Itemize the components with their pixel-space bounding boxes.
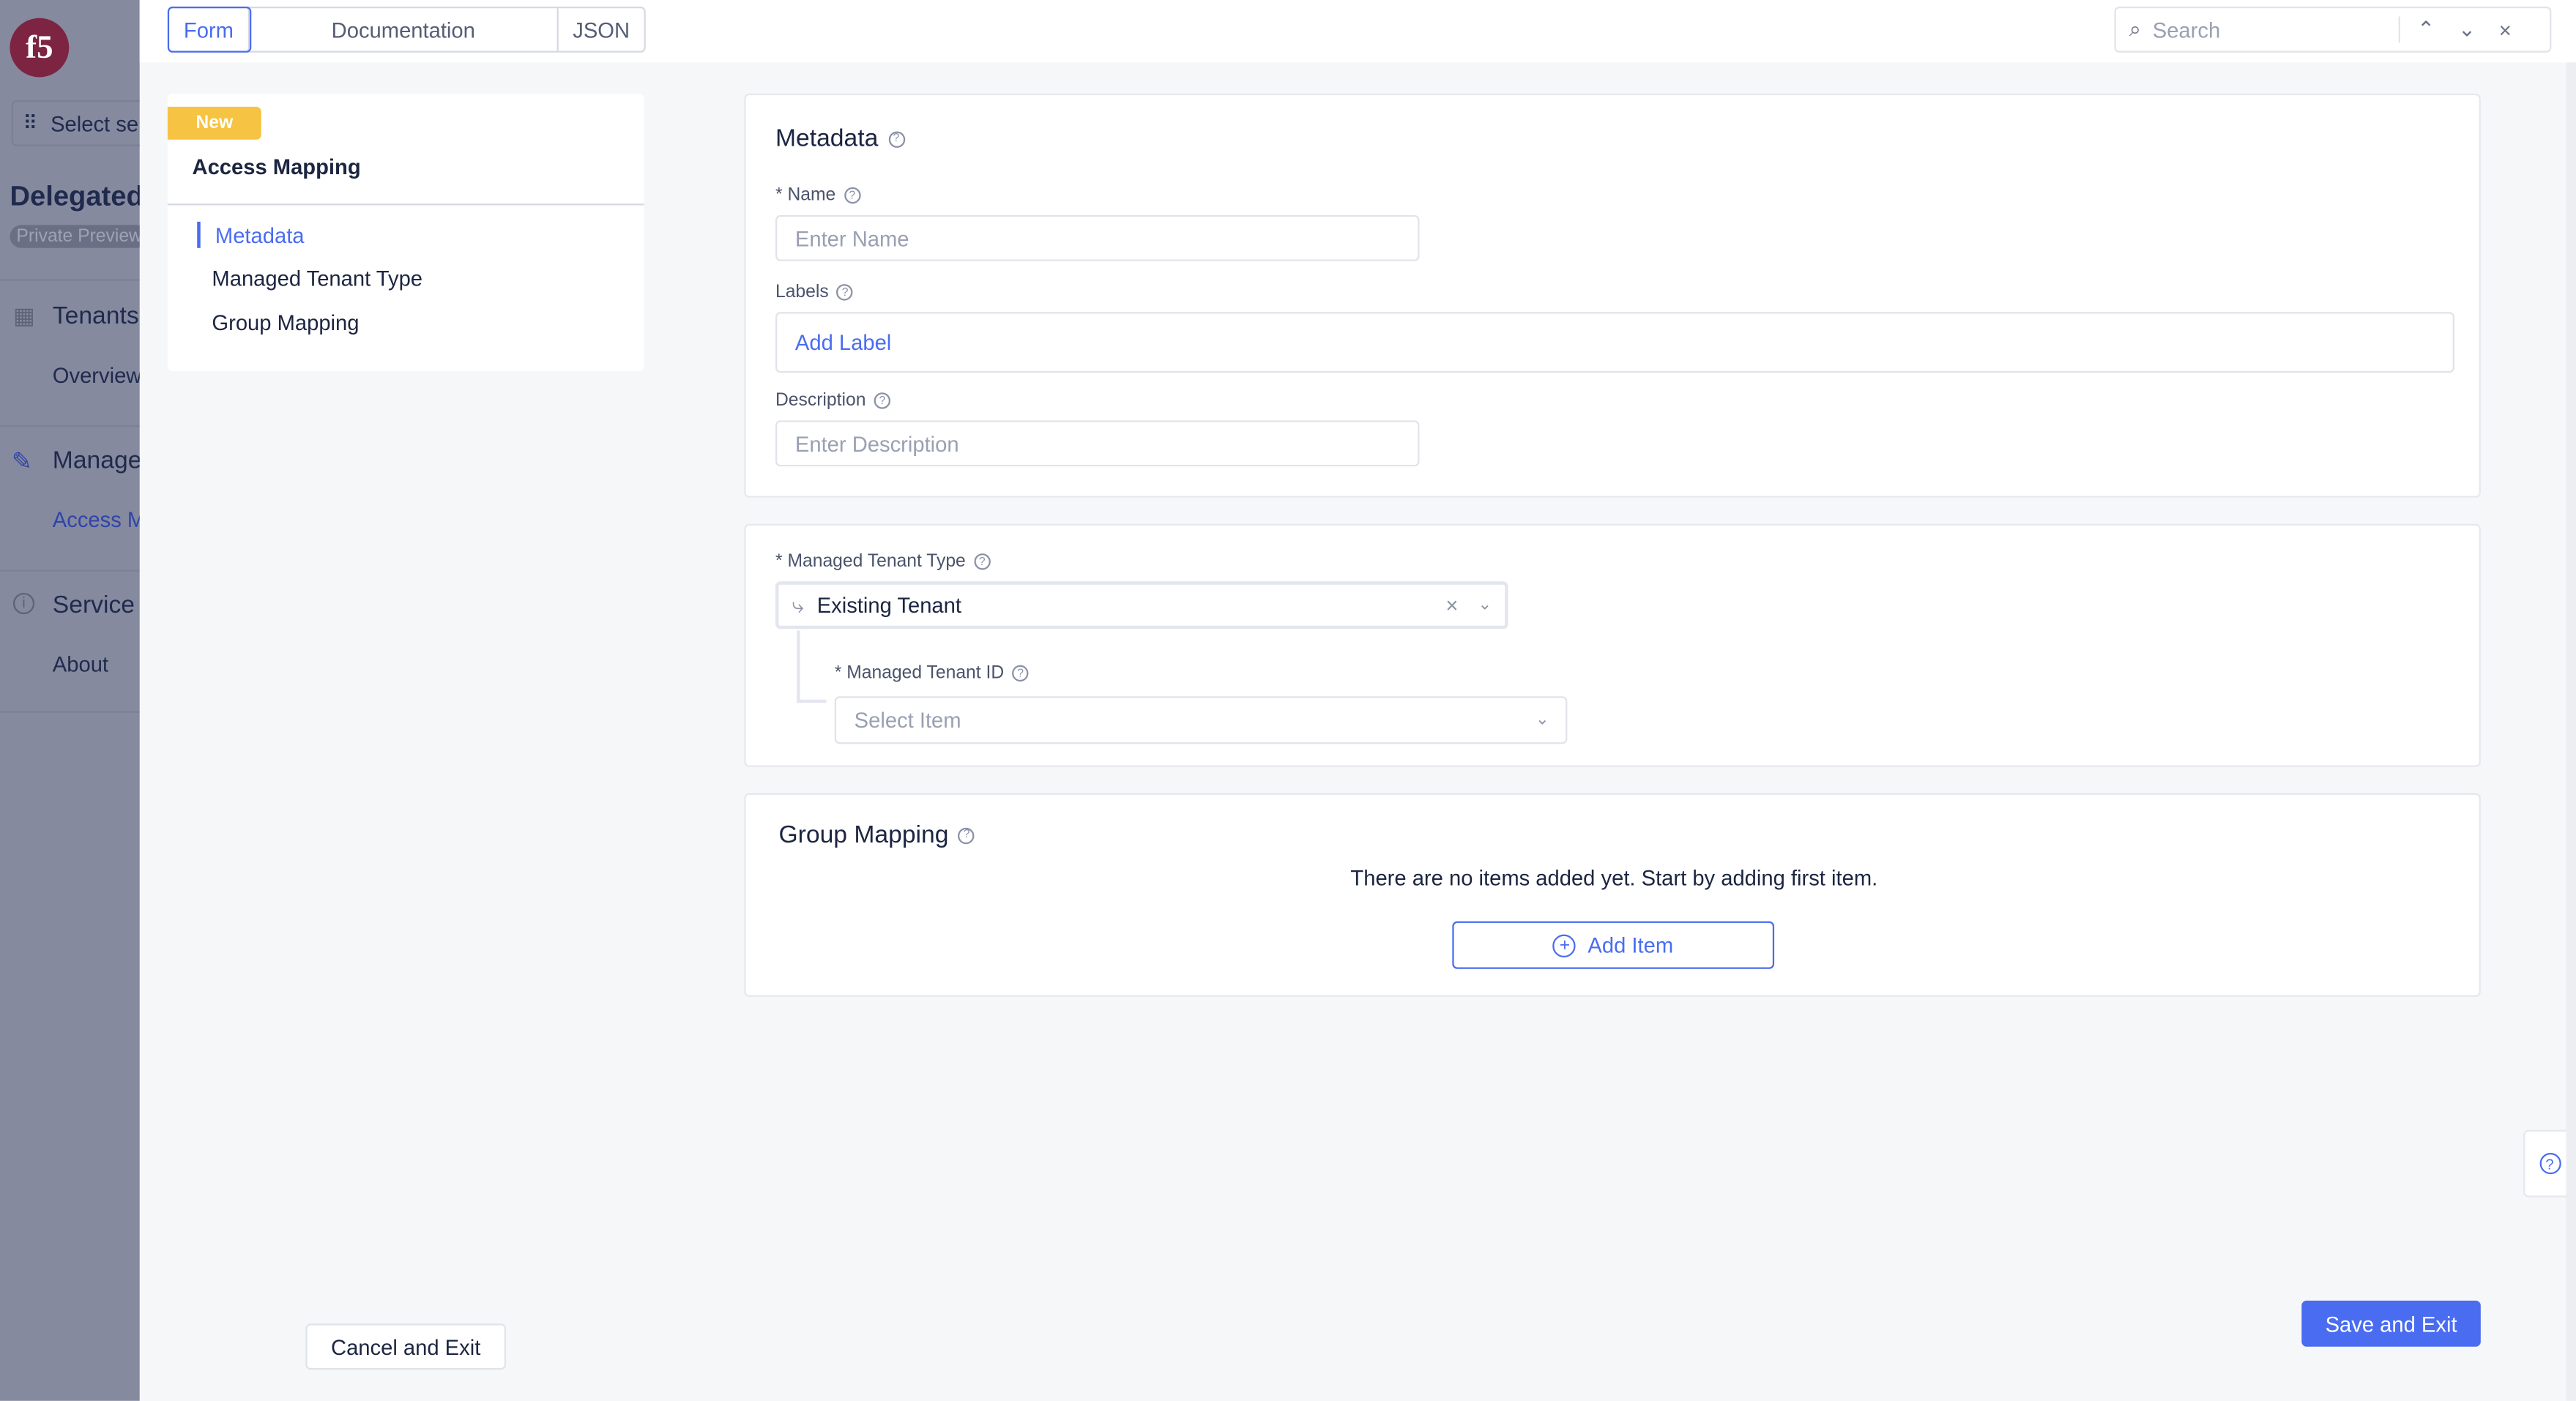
form-nav: New Access Mapping Metadata Managed Tena… xyxy=(167,93,644,372)
help-icon[interactable]: ? xyxy=(958,826,975,844)
managed-tenant-section: * Managed Tenant Type? ⤷ Existing Tenant … xyxy=(744,523,2481,767)
sidebar-title: Delegated xyxy=(10,180,140,212)
sidebar-item-overview[interactable]: Overview xyxy=(53,363,140,388)
help-icon[interactable]: ? xyxy=(836,284,854,301)
description-input[interactable]: Enter Description xyxy=(775,420,1420,467)
help-icon: ? xyxy=(2539,1153,2561,1175)
chevron-down-icon: ⌄ xyxy=(1535,711,1549,730)
search-input[interactable]: Search xyxy=(2153,18,2400,42)
branch-icon: ⤷ xyxy=(792,591,804,617)
next-result-button[interactable]: ⌄ xyxy=(2458,16,2476,42)
chevron-down-icon[interactable]: ⌄ xyxy=(1478,596,1492,614)
search-box: ⌕ Search ⌃ ⌄ × xyxy=(2114,6,2552,53)
metadata-title: Metadata xyxy=(775,124,879,153)
nav-title: Access Mapping xyxy=(192,154,361,179)
help-icon[interactable]: ? xyxy=(887,130,905,147)
nav-item-metadata[interactable]: Metadata xyxy=(215,223,305,248)
cancel-button[interactable]: Cancel and Exit xyxy=(305,1323,507,1370)
tenants-icon: ▦ xyxy=(12,302,35,329)
managed-tenant-id-select[interactable]: Select Item ⌄ xyxy=(834,696,1568,744)
scrollbar[interactable] xyxy=(2566,62,2576,1401)
private-preview-badge: Private Preview xyxy=(10,225,140,248)
empty-state-text: There are no items added yet. Start by a… xyxy=(1350,865,1878,891)
labels-field: Add Label xyxy=(775,312,2454,373)
managed-tenant-type-label: * Managed Tenant Type xyxy=(775,551,966,572)
sidebar-section-manage[interactable]: Manage xyxy=(53,447,140,474)
nav-item-managed-tenant-type[interactable]: Managed Tenant Type xyxy=(212,266,422,291)
new-badge: New xyxy=(167,106,261,140)
help-icon[interactable]: ? xyxy=(874,392,891,409)
workspace-select[interactable]: ⠿ Select se xyxy=(11,100,140,146)
sidebar-item-about[interactable]: About xyxy=(53,652,108,677)
managed-tenant-type-select[interactable]: ⤷ Existing Tenant × ⌄ xyxy=(775,581,1508,629)
save-button[interactable]: Save and Exit xyxy=(2301,1300,2481,1347)
close-icon[interactable]: × xyxy=(2499,18,2512,42)
help-icon[interactable]: ? xyxy=(973,553,991,570)
metadata-section: Metadata? * Name? Enter Name Labels? Add… xyxy=(744,93,2481,498)
add-label-link[interactable]: Add Label xyxy=(795,330,891,355)
description-label: Description xyxy=(775,390,866,411)
help-icon[interactable]: ? xyxy=(1012,665,1029,682)
sidebar-section-service[interactable]: Service xyxy=(53,591,135,619)
info-icon: i xyxy=(12,592,35,615)
managed-tenant-id-label: * Managed Tenant ID xyxy=(834,663,1005,684)
sidebar-section-tenants[interactable]: Tenants xyxy=(53,302,139,330)
help-icon[interactable]: ? xyxy=(844,187,860,204)
group-mapping-title: Group Mapping xyxy=(778,821,949,849)
name-input[interactable]: Enter Name xyxy=(775,214,1420,261)
f5-logo[interactable]: f5 xyxy=(10,18,70,78)
grid-icon: ⠿ xyxy=(23,111,38,135)
tab-form[interactable]: Form xyxy=(167,6,252,53)
previous-result-button[interactable]: ⌃ xyxy=(2417,16,2435,42)
add-item-button[interactable]: + Add Item xyxy=(1452,921,1775,969)
clear-icon[interactable]: × xyxy=(1445,593,1458,618)
labels-label: Labels xyxy=(775,282,829,302)
search-icon: ⌕ xyxy=(2129,16,2142,42)
nav-item-group-mapping[interactable]: Group Mapping xyxy=(212,310,359,335)
sidebar: f5 ⠿ Select se Delegated Private Preview … xyxy=(0,0,140,1401)
plus-circle-icon: + xyxy=(1553,933,1577,957)
view-tabs: Form Documentation JSON xyxy=(167,6,646,53)
tab-documentation[interactable]: Documentation xyxy=(250,8,559,51)
name-label: * Name xyxy=(775,185,836,206)
tab-json[interactable]: JSON xyxy=(559,8,644,51)
group-mapping-section: Group Mapping? There are no items added … xyxy=(744,793,2481,997)
pencil-icon: ✎ xyxy=(11,448,32,477)
sidebar-item-access-mapping[interactable]: Access M xyxy=(53,507,140,532)
